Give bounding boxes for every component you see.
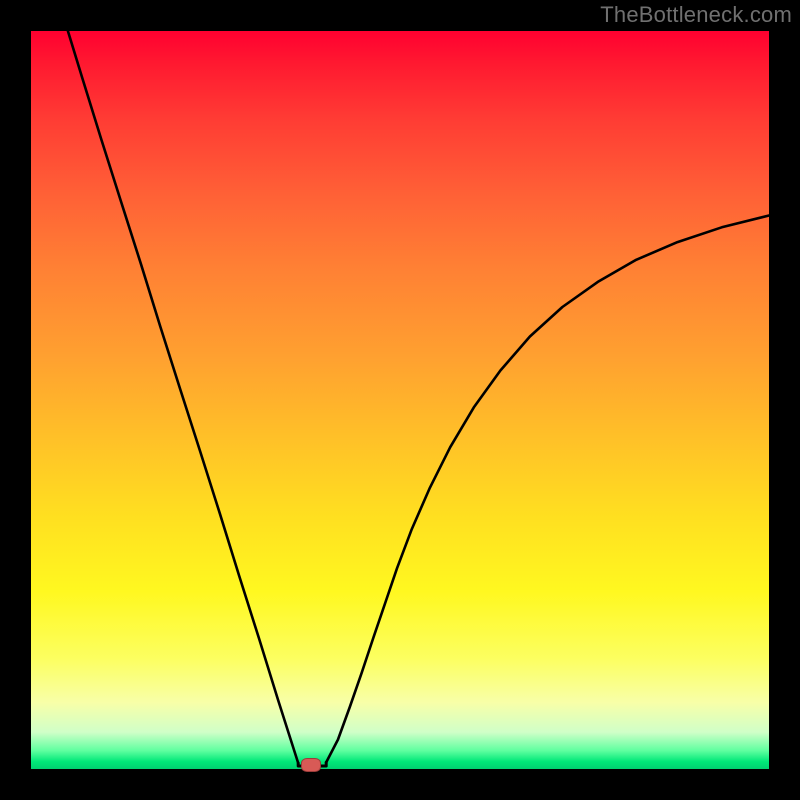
right-branch-path xyxy=(326,216,769,763)
watermark-text: TheBottleneck.com xyxy=(600,2,792,28)
plot-area xyxy=(31,31,769,769)
chart-frame: TheBottleneck.com xyxy=(0,0,800,800)
optimum-marker xyxy=(301,758,321,772)
left-branch-path xyxy=(68,31,298,763)
curve-svg xyxy=(31,31,769,769)
